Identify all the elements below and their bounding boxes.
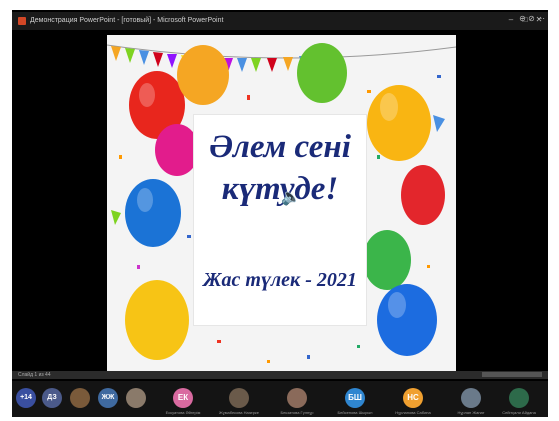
slide-subtitle: Жас түлек - 2021: [203, 269, 357, 291]
avatar: БШ: [345, 388, 365, 408]
status-bar: Слайд 1 из 44: [12, 371, 548, 379]
participant-chip[interactable]: ЖЖ: [98, 388, 118, 408]
avatar: НС: [403, 388, 423, 408]
participant-name: Сейітқали Айдана: [502, 410, 536, 415]
participants-strip: +14 ДЗ ЖЖ ЕК Ескуатова Әйгерім Жұмабеков…: [12, 381, 548, 417]
participant-chip[interactable]: [126, 388, 146, 408]
participant-tile[interactable]: ЕК Ескуатова Әйгерім: [154, 386, 212, 416]
participant-tile[interactable]: Сейітқали Айдана: [490, 386, 548, 416]
slide-counter: Слайд 1 из 44: [18, 372, 51, 378]
participant-name: Бекзатова Гүлнұр: [280, 410, 314, 415]
avatar: [229, 388, 249, 408]
participant-name: Бейсенова Шырын: [337, 410, 373, 415]
minimize-icon[interactable]: –: [506, 15, 516, 25]
avatar: [461, 388, 481, 408]
participant-tile[interactable]: НС Нұрланова Сабина: [384, 386, 442, 416]
title-bar: Демонстрация PowerPoint - [готовый] - Mi…: [12, 12, 548, 30]
avatar: [287, 388, 307, 408]
slide-title-line1: Әлем сені: [209, 129, 351, 165]
more-participants-badge[interactable]: +14: [16, 388, 36, 408]
slide-canvas[interactable]: Әлем сені күтуде! Жас түлек - 2021 🔈: [107, 35, 456, 371]
avatar: ЕК: [173, 388, 193, 408]
powerpoint-icon: [18, 17, 26, 25]
avatar: [509, 388, 529, 408]
participant-chip[interactable]: ДЗ: [42, 388, 62, 408]
participant-tile[interactable]: Бекзатова Гүлнұр: [268, 386, 326, 416]
participant-chip[interactable]: [70, 388, 90, 408]
slide-text-card: Әлем сені күтуде! Жас түлек - 2021: [194, 115, 366, 325]
participant-name: Ескуатова Әйгерім: [165, 410, 201, 415]
participant-name: Жұмабекова Назерке: [219, 410, 259, 415]
view-icons[interactable]: ⊖ ⊘ ⋯: [519, 14, 545, 23]
zoom-slider[interactable]: [482, 372, 542, 377]
slide-title-line2: күтуде!: [221, 171, 339, 207]
speaker-icon[interactable]: 🔈: [281, 187, 301, 207]
participant-tile[interactable]: БШ Бейсенова Шырын: [326, 386, 384, 416]
window-title: Демонстрация PowerPoint - [готовый] - Mi…: [30, 17, 224, 24]
participant-name: Нұрланова Сабина: [395, 410, 431, 415]
participant-tile[interactable]: Жұмабекова Назерке: [210, 386, 268, 416]
